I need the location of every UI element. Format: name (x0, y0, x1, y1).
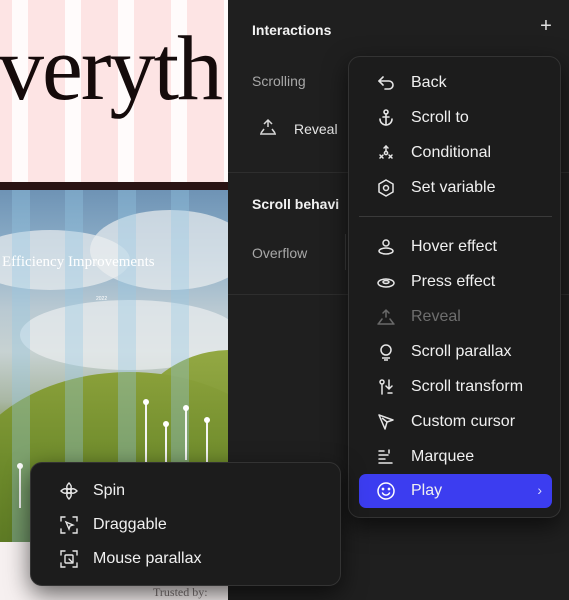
play-submenu: Spin Draggable Mouse parallax (30, 462, 341, 586)
menu-item-marquee[interactable]: Marquee (359, 440, 552, 474)
submenu-item-draggable[interactable]: Draggable (59, 510, 167, 540)
trusted-by-label: Trusted by: (153, 585, 208, 599)
menu-item-hover-effect[interactable]: Hover effect (359, 230, 552, 264)
menu-item-label: Hover effect (411, 238, 497, 255)
hero-section: veryth (0, 0, 228, 182)
wind-turbine (183, 405, 189, 460)
wind-turbine (204, 417, 210, 462)
menu-item-reveal: Reveal (359, 300, 552, 334)
scrolling-label: Scrolling (252, 73, 306, 89)
menu-item-label: Reveal (411, 308, 461, 325)
wind-turbine (163, 421, 169, 466)
menu-item-label: Play (411, 482, 443, 499)
submenu-item-label: Spin (93, 482, 126, 499)
menu-item-scroll-parallax[interactable]: Scroll parallax (359, 335, 552, 369)
submenu-item-mouse-parallax[interactable]: Mouse parallax (59, 544, 202, 574)
interactions-title: Interactions (252, 22, 332, 38)
menu-item-back[interactable]: Back (359, 66, 552, 100)
mouse-parallax-icon (59, 549, 79, 569)
hover-effect-icon (375, 236, 397, 258)
chevron-right-icon: › (537, 482, 542, 498)
scroll-transform-icon (375, 376, 397, 398)
menu-item-label: Scroll transform (411, 378, 524, 395)
section-divider (0, 182, 228, 190)
cursor-icon (375, 411, 397, 433)
reveal-interaction-row[interactable]: Reveal (258, 118, 338, 139)
menu-item-press-effect[interactable]: Press effect (359, 265, 552, 299)
menu-item-label: Press effect (411, 273, 496, 290)
draggable-icon (59, 515, 79, 535)
reveal-interaction-label: Reveal (294, 120, 338, 137)
press-effect-icon (375, 271, 397, 293)
menu-item-label: Scroll parallax (411, 343, 512, 360)
menu-item-set-variable[interactable]: Set variable (359, 171, 552, 205)
hero-heading: veryth (0, 17, 223, 119)
plus-icon[interactable]: + (537, 16, 555, 36)
menu-item-play[interactable]: Play › (359, 474, 552, 508)
add-interaction-menu: Back Scroll to Conditional Set variable … (348, 56, 561, 518)
spin-icon (59, 481, 79, 501)
back-arrow-icon (375, 72, 397, 94)
menu-item-conditional[interactable]: Conditional (359, 136, 552, 170)
menu-separator (359, 216, 552, 217)
menu-item-label: Back (411, 74, 447, 91)
scroll-behavior-title: Scroll behavi (252, 196, 340, 212)
menu-item-label: Scroll to (411, 109, 469, 126)
menu-item-custom-cursor[interactable]: Custom cursor (359, 405, 552, 439)
anchor-icon (375, 107, 397, 129)
overflow-label: Overflow (252, 245, 308, 261)
submenu-item-label: Draggable (93, 516, 167, 533)
conditional-icon (375, 142, 397, 164)
wind-turbine (143, 399, 149, 464)
menu-item-label: Set variable (411, 179, 496, 196)
submenu-item-label: Mouse parallax (93, 550, 202, 567)
variable-icon (375, 177, 397, 199)
menu-item-scroll-to[interactable]: Scroll to (359, 101, 552, 135)
menu-item-label: Conditional (411, 144, 492, 161)
submenu-item-spin[interactable]: Spin (59, 476, 125, 506)
menu-item-scroll-transform[interactable]: Scroll transform (359, 370, 552, 404)
reveal-icon (258, 118, 278, 139)
image-year: 2022 (96, 296, 108, 302)
menu-item-label: Custom cursor (411, 413, 516, 430)
smiley-icon (375, 480, 397, 502)
reveal-icon (375, 306, 397, 328)
wind-turbine (17, 463, 23, 508)
menu-item-label: Marquee (411, 448, 475, 465)
image-caption: Efficiency Improvements (2, 254, 155, 270)
marquee-icon (375, 446, 397, 468)
scroll-parallax-icon (375, 341, 397, 363)
